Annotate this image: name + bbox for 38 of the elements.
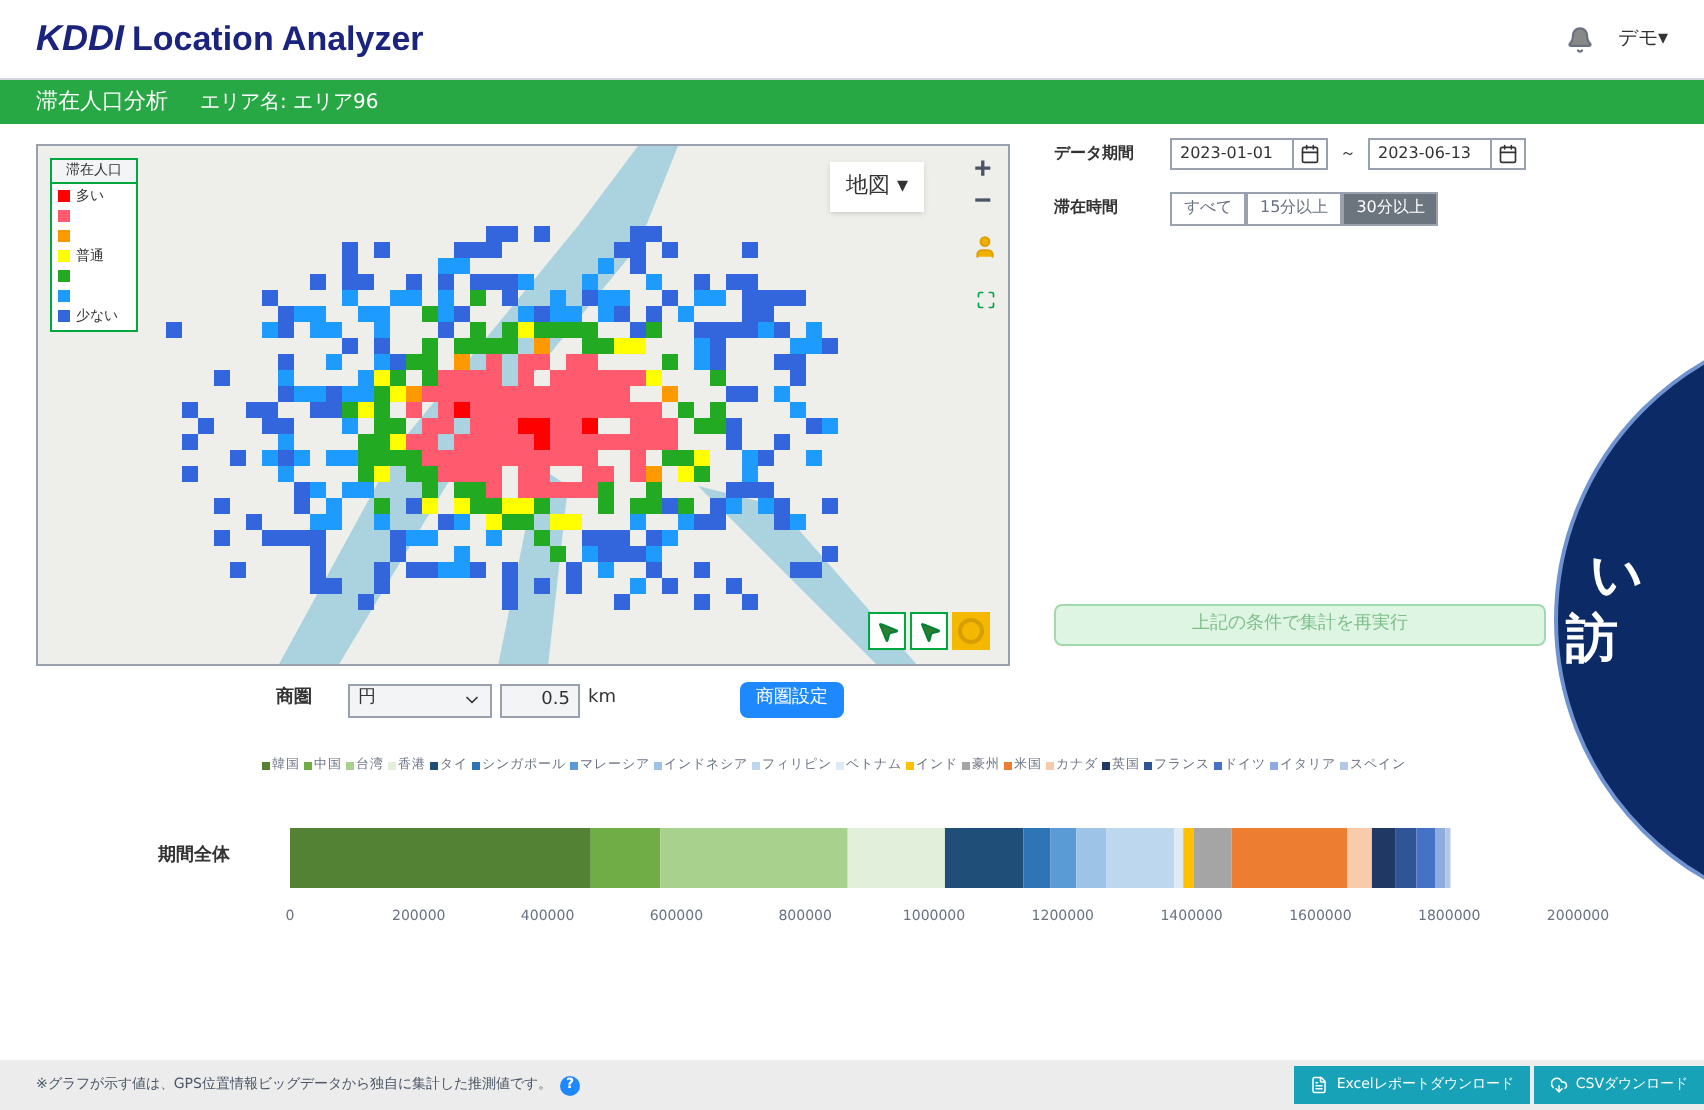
shape-select[interactable]: 円 [348, 683, 492, 717]
cloud-download-icon [1549, 1076, 1568, 1094]
bar-segment [1371, 828, 1396, 888]
map-type-button[interactable]: 地図 ▾ [830, 162, 925, 211]
document-icon [1310, 1076, 1329, 1094]
zoom-in-button[interactable]: + [974, 154, 992, 184]
stay-time-label: 滞在時間 [1054, 196, 1120, 220]
end-date: 2023-06-13 [1376, 142, 1473, 166]
page-title: 滞在人口分析 [36, 85, 168, 118]
add-select-button[interactable] [868, 612, 906, 650]
radius-field[interactable]: 0.5 [500, 683, 580, 717]
unit-label: km [588, 686, 616, 713]
range-separator: ～ [1340, 142, 1356, 166]
stay-time-option[interactable]: 15分以上 [1246, 191, 1343, 225]
trade-area-label: 商圏 [276, 686, 314, 713]
promo-text: い [1590, 544, 1646, 608]
logo-brand: KDDI [36, 16, 124, 62]
trade-area-button[interactable]: 商圏設定 [739, 682, 844, 718]
period-label: データ期間 [1054, 142, 1136, 166]
stay-time-option[interactable]: 30分以上 [1342, 191, 1439, 225]
user-menu[interactable]: デモ▾ [1617, 24, 1668, 54]
end-date-field[interactable]: 2023-06-13 [1368, 138, 1526, 170]
category-label: 期間全体 [156, 844, 232, 871]
bar-segment [1050, 828, 1077, 888]
stay-time-option[interactable]: すべて [1170, 191, 1246, 225]
start-date-field[interactable]: 2023-01-01 [1170, 138, 1328, 170]
calendar-icon [1300, 144, 1320, 164]
promo-text: 訪 [1563, 608, 1620, 672]
start-date: 2023-01-01 [1178, 142, 1275, 166]
zoom-out-button[interactable]: − [974, 186, 992, 216]
logo-text: Location Analyzer [132, 18, 424, 62]
bell-icon[interactable] [1565, 25, 1594, 53]
calendar-icon [1498, 144, 1518, 164]
bar-segment [1395, 828, 1417, 888]
area-name: エリア名: エリア96 [200, 89, 379, 117]
fullscreen-icon[interactable] [976, 290, 996, 310]
remove-select-button[interactable] [910, 612, 948, 650]
shape-value: 円 [358, 686, 376, 713]
